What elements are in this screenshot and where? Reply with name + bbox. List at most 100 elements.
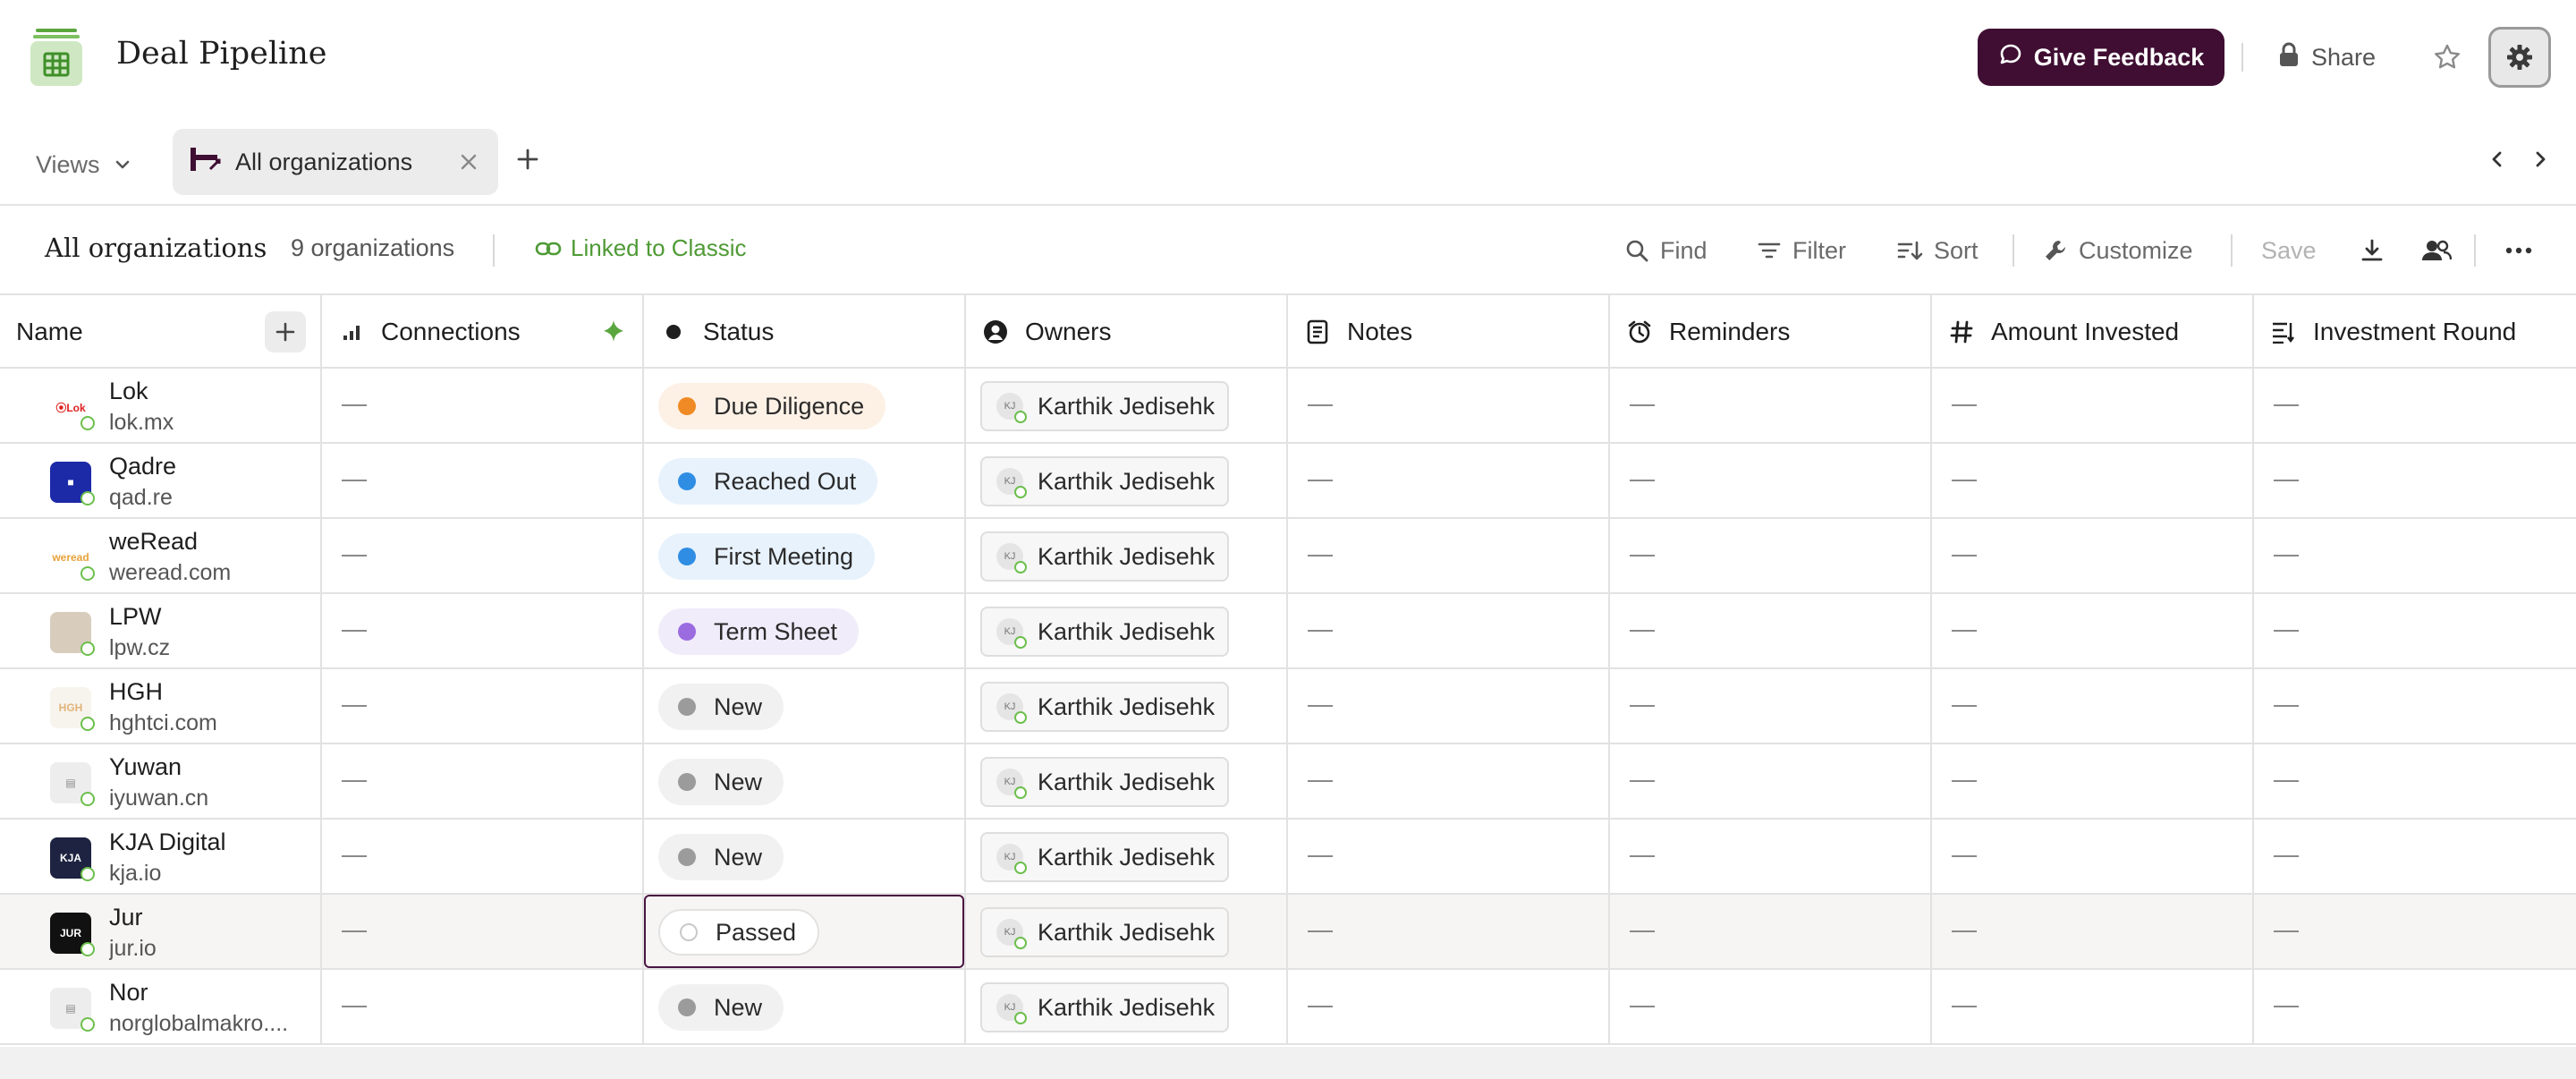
views-dropdown[interactable]: Views (36, 141, 132, 188)
cell-connections[interactable] (322, 444, 644, 517)
find-button[interactable]: Find (1624, 227, 1707, 274)
organization-domain[interactable]: kja.io (109, 861, 161, 887)
filter-button[interactable]: Filter (1757, 227, 1846, 274)
cell-name[interactable]: ▤ Yuwan iyuwan.cn (0, 744, 322, 818)
settings-button[interactable] (2488, 27, 2551, 88)
cell-reminders[interactable] (1610, 820, 1932, 893)
cell-notes[interactable] (1288, 444, 1610, 517)
column-header-connections[interactable]: Connections (322, 295, 644, 369)
organization-domain[interactable]: weread.com (109, 560, 231, 586)
cell-status[interactable]: Term Sheet (644, 594, 966, 667)
status-badge[interactable]: First Meeting (658, 533, 876, 580)
more-options-button[interactable] (2499, 231, 2538, 270)
owner-chip[interactable]: KJ Karthik Jedisehk (980, 682, 1229, 732)
cell-name[interactable]: ■ Qadre qad.re (0, 444, 322, 517)
organization-name[interactable]: Jur (109, 904, 143, 931)
cell-notes[interactable] (1288, 970, 1610, 1043)
cell-notes[interactable] (1288, 669, 1610, 743)
cell-connections[interactable] (322, 820, 644, 893)
horizontal-scrollbar-track[interactable] (0, 1047, 2576, 1079)
column-header-notes[interactable]: Notes (1288, 295, 1610, 369)
table-row[interactable]: KJA KJA Digital kja.io New KJ Karthik Jediseh… (0, 820, 2576, 895)
cell-name[interactable]: weread weRead weread.com (0, 519, 322, 592)
cell-status[interactable]: New (644, 744, 966, 818)
cell-investment-round[interactable] (2254, 820, 2576, 893)
organization-domain[interactable]: qad.re (109, 485, 173, 511)
organization-domain[interactable]: hghtci.com (109, 710, 217, 736)
column-header-amount-invested[interactable]: Amount Invested (1932, 295, 2254, 369)
sort-button[interactable]: Sort (1896, 227, 1979, 274)
add-column-button[interactable] (265, 311, 306, 353)
cell-connections[interactable] (322, 895, 644, 968)
owner-chip[interactable]: KJ Karthik Jedisehk (980, 607, 1229, 657)
owner-chip[interactable]: KJ Karthik Jedisehk (980, 456, 1229, 506)
cell-connections[interactable] (322, 970, 644, 1043)
cell-owners[interactable]: KJ Karthik Jedisehk (966, 444, 1288, 517)
status-cell-editor[interactable]: Passed (644, 895, 964, 968)
organization-domain[interactable]: lok.mx (109, 410, 174, 436)
cell-name[interactable]: KJA KJA Digital kja.io (0, 820, 322, 893)
cell-owners[interactable]: KJ Karthik Jedisehk (966, 369, 1288, 442)
share-button[interactable]: Share (2277, 34, 2376, 81)
cell-owners[interactable]: KJ Karthik Jedisehk (966, 744, 1288, 818)
organization-name[interactable]: Qadre (109, 453, 176, 480)
add-view-button[interactable] (510, 141, 546, 177)
cell-status[interactable]: Passed (644, 895, 966, 968)
column-header-reminders[interactable]: Reminders (1610, 295, 1932, 369)
organization-name[interactable]: LPW (109, 603, 162, 631)
cell-investment-round[interactable] (2254, 444, 2576, 517)
cell-investment-round[interactable] (2254, 669, 2576, 743)
status-badge[interactable]: New (658, 984, 784, 1031)
owner-chip[interactable]: KJ Karthik Jedisehk (980, 832, 1229, 882)
cell-investment-round[interactable] (2254, 594, 2576, 667)
cell-connections[interactable] (322, 369, 644, 442)
cell-status[interactable]: Reached Out (644, 444, 966, 517)
cell-owners[interactable]: KJ Karthik Jedisehk (966, 669, 1288, 743)
cell-amount-invested[interactable] (1932, 594, 2254, 667)
cell-amount-invested[interactable] (1932, 669, 2254, 743)
organization-name[interactable]: KJA Digital (109, 828, 226, 856)
status-badge[interactable]: Reached Out (658, 458, 878, 505)
cell-status[interactable]: New (644, 970, 966, 1043)
cell-reminders[interactable] (1610, 519, 1932, 592)
cell-name[interactable]: ⦿Lok Lok lok.mx (0, 369, 322, 442)
table-row[interactable]: ▤ Yuwan iyuwan.cn New KJ Karthik Jedisehk (0, 744, 2576, 820)
cell-amount-invested[interactable] (1932, 895, 2254, 968)
table-row[interactable]: LPW lpw.cz Term Sheet KJ Karthik Jedisehk (0, 594, 2576, 669)
status-badge[interactable]: New (658, 759, 784, 805)
cell-amount-invested[interactable] (1932, 369, 2254, 442)
cell-connections[interactable] (322, 744, 644, 818)
cell-notes[interactable] (1288, 820, 1610, 893)
cell-investment-round[interactable] (2254, 369, 2576, 442)
organization-name[interactable]: Lok (109, 378, 148, 405)
cell-status[interactable]: New (644, 669, 966, 743)
cell-name[interactable]: HGH HGH hghtci.com (0, 669, 322, 743)
status-badge[interactable]: New (658, 684, 784, 730)
owner-chip[interactable]: KJ Karthik Jedisehk (980, 907, 1229, 957)
favorite-star-button[interactable] (2426, 36, 2469, 79)
linked-to-classic-link[interactable]: Linked to Classic (535, 234, 747, 262)
owner-chip[interactable]: KJ Karthik Jedisehk (980, 531, 1229, 582)
cell-amount-invested[interactable] (1932, 970, 2254, 1043)
column-header-investment-round[interactable]: Investment Round (2254, 295, 2576, 369)
cell-investment-round[interactable] (2254, 744, 2576, 818)
cell-notes[interactable] (1288, 895, 1610, 968)
sparkle-icon[interactable] (601, 319, 626, 350)
status-badge[interactable]: Due Diligence (658, 383, 886, 429)
cell-amount-invested[interactable] (1932, 820, 2254, 893)
cell-reminders[interactable] (1610, 744, 1932, 818)
tab-all-organizations[interactable]: All organizations (173, 129, 498, 195)
cell-investment-round[interactable] (2254, 895, 2576, 968)
cell-notes[interactable] (1288, 744, 1610, 818)
scroll-tabs-right-button[interactable] (2522, 141, 2558, 177)
organization-name[interactable]: HGH (109, 678, 163, 706)
owner-chip[interactable]: KJ Karthik Jedisehk (980, 982, 1229, 1032)
share-view-button[interactable] (2417, 231, 2456, 270)
cell-name[interactable]: JUR Jur jur.io (0, 895, 322, 968)
cell-owners[interactable]: KJ Karthik Jedisehk (966, 895, 1288, 968)
cell-reminders[interactable] (1610, 970, 1932, 1043)
cell-reminders[interactable] (1610, 369, 1932, 442)
cell-owners[interactable]: KJ Karthik Jedisehk (966, 820, 1288, 893)
table-row[interactable]: ▤ Nor norglobalmakro.... New KJ Karthik Jedis… (0, 970, 2576, 1045)
cell-notes[interactable] (1288, 369, 1610, 442)
